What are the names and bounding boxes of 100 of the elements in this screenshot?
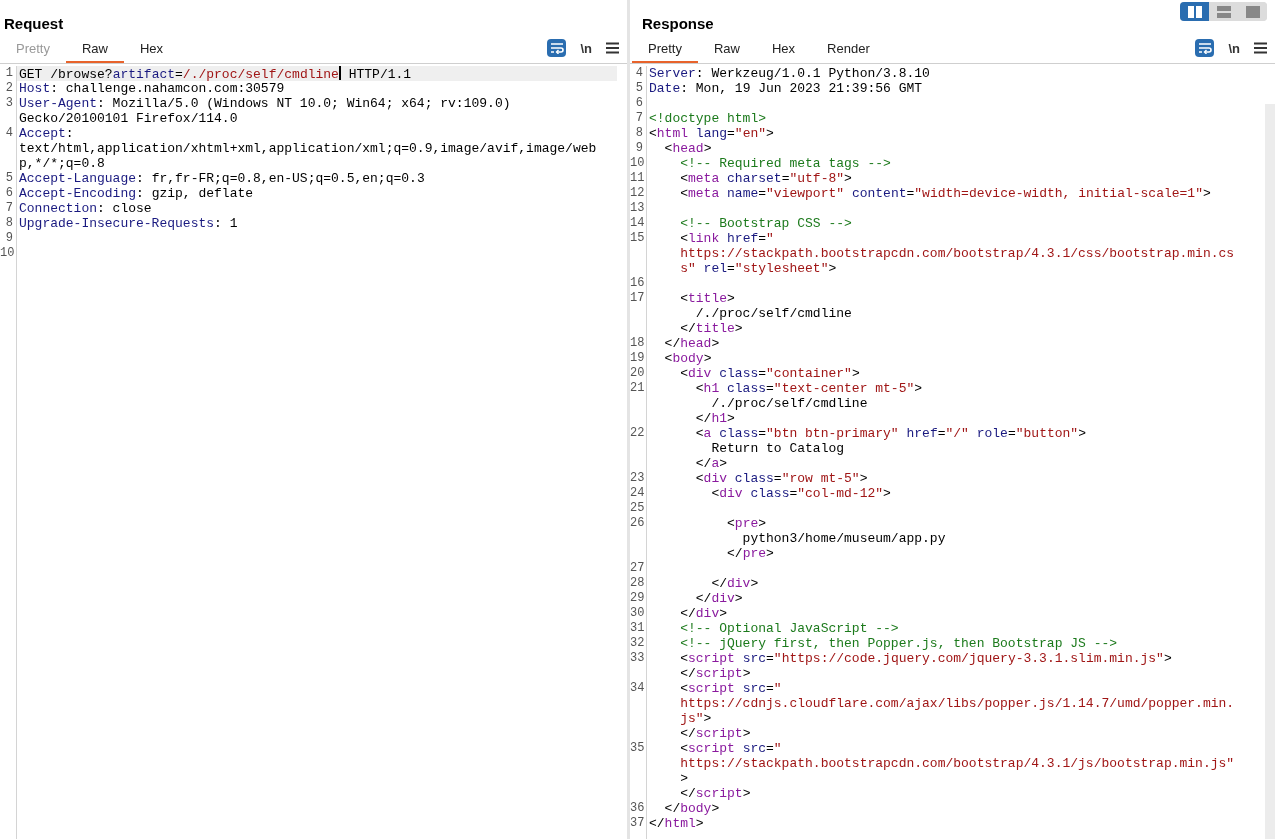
code-line: p,*/*;q=0.8 (19, 156, 106, 171)
line-number: 4 (630, 66, 647, 81)
code-line: </div> (679, 606, 729, 621)
newline-toggle[interactable]: \n (580, 40, 592, 56)
line-number: 27 (630, 561, 647, 576)
line-number: 17 (630, 291, 647, 336)
code-line: Accept-Language: fr,fr-FR;q=0.8,en-US;q=0.5,en;q=0.3 (19, 171, 426, 186)
layout-button[interactable] (1180, 2, 1209, 21)
code-line: <script src="https://code.jquery.com/jquery-3.3.1.slim.min.js"> (679, 651, 1173, 666)
code-line: s" rel="stylesheet"> (679, 261, 838, 276)
tab[interactable]: Pretty (632, 37, 698, 63)
code-line: Return to Catalog (710, 441, 846, 456)
code-line: Server: Werkzeug/1.0.1 Python/3.8.10 (649, 66, 931, 81)
line-number: 12 (630, 186, 647, 201)
line-number: 3 (0, 96, 17, 126)
line-number: 15 (630, 231, 647, 276)
panel-title: Request (4, 15, 64, 32)
code-line: </pre> (726, 546, 775, 561)
code-line: <!-- jQuery first, then Popper.js, then Bootstrap JS --> (679, 636, 1119, 651)
columns-icon (1187, 5, 1202, 18)
line-number: 19 (630, 351, 647, 366)
code-line: </div> (710, 576, 760, 591)
line-number: 8 (0, 216, 17, 231)
code-line: > (679, 771, 689, 786)
line-number: 18 (630, 336, 647, 351)
code-line: <!-- Required meta tags --> (679, 156, 892, 171)
menu-icon[interactable] (1254, 42, 1267, 54)
code-line: Date: Mon, 19 Jun 2023 21:39:56 GMT (649, 81, 924, 96)
line-number: 11 (630, 171, 647, 186)
tab[interactable]: Render (811, 37, 886, 63)
code-line: <a class="btn btn-primary" href="/" role="button"> (694, 426, 1087, 441)
line-number: 25 (630, 501, 647, 516)
code-line: <div class="row mt-5"> (694, 471, 869, 486)
tab[interactable]: Hex (756, 37, 812, 63)
code-line: https://stackpath.bootstrapcdn.com/bootstrap/4.3.1/js/bootstrap.min.js" (679, 756, 1236, 771)
line-number: 10 (630, 156, 647, 171)
code-line: </a> (694, 456, 729, 471)
code-line: <h1 class="text-center mt-5"> (694, 381, 924, 396)
line-number: 28 (630, 576, 647, 591)
line-number: 37 (630, 816, 647, 831)
line-number: 13 (630, 201, 647, 216)
tab[interactable]: Raw (697, 37, 756, 63)
line-number: 6 (0, 186, 17, 201)
code-line: </head> (663, 336, 721, 351)
code-line: User-Agent: Mozilla/5.0 (Windows NT 10.0; Win64; x64; rv:109.0) (19, 96, 512, 111)
code-line: </title> (679, 321, 744, 336)
code-line: <script src=" (679, 741, 783, 756)
line-number: 34 (630, 681, 647, 741)
code-line: <div class="col-md-12"> (710, 486, 892, 501)
code-line: </script> (679, 726, 752, 741)
code-line: https://stackpath.bootstrapcdn.com/bootstrap/4.3.1/css/bootstrap.min.cs (679, 246, 1236, 261)
code-line: <pre> (726, 516, 768, 531)
newline-toggle[interactable]: \n (1228, 40, 1240, 56)
line-number: 30 (630, 606, 647, 621)
code-line: /./proc/self/cmdline (694, 306, 853, 321)
code-line: <meta name="viewport" content="width=device-width, initial-scale=1"> (679, 186, 1212, 201)
code-line: GET /browse?artifact=/./proc/self/cmdline HTTP/1.1 (19, 66, 413, 81)
code-line: Accept-Encoding: gzip, deflate (19, 186, 255, 201)
line-number: 36 (630, 801, 647, 816)
line-number: 14 (630, 216, 647, 231)
code-line: Gecko/20100101 Firefox/114.0 (19, 111, 239, 126)
line-number: 24 (630, 486, 647, 501)
code-line: <!-- Optional JavaScript --> (679, 621, 900, 636)
code-line: https://cdnjs.cloudflare.com/ajax/libs/popper.js/1.14.7/umd/popper.min. (679, 696, 1236, 711)
tab[interactable]: Hex (124, 37, 180, 63)
code-line: Connection: close (19, 201, 153, 216)
code-line: python3/home/museum/app.py (741, 531, 947, 546)
code-line: </html> (649, 816, 705, 831)
line-number: 32 (630, 636, 647, 651)
line-number: 29 (630, 591, 647, 606)
code-line: js"> (679, 711, 713, 726)
line-number: 22 (630, 426, 647, 471)
tab[interactable]: Raw (65, 37, 124, 63)
line-number: 5 (0, 171, 17, 186)
line-number: 35 (630, 741, 647, 801)
code-line: </div> (694, 591, 744, 606)
line-number: 6 (630, 96, 647, 111)
line-number: 7 (630, 111, 647, 126)
code-line: <script src=" (679, 681, 783, 696)
line-number: 9 (630, 141, 647, 156)
code-line: <title> (679, 291, 736, 306)
single-pane-icon (1245, 5, 1260, 18)
menu-icon[interactable] (606, 42, 619, 54)
line-number: 10 (0, 246, 17, 261)
code-line: Host: challenge.nahamcon.com:30579 (19, 81, 286, 96)
code-line: <div class="container"> (679, 366, 861, 381)
word-wrap-button[interactable] (1195, 39, 1215, 57)
code-line: text/html,application/xhtml+xml,application/xml;q=0.9,image/avif,image/web (19, 141, 598, 156)
line-number: 7 (0, 201, 17, 216)
code-line: <link href=" (679, 231, 775, 246)
line-number: 4 (0, 126, 17, 171)
word-wrap-button[interactable] (547, 39, 567, 57)
line-number: 33 (630, 651, 647, 681)
code-line: <head> (663, 141, 713, 156)
code-line: /./proc/self/cmdline (710, 396, 869, 411)
line-number: 5 (630, 81, 647, 96)
panel-title: Response (642, 15, 714, 32)
line-number: 2 (0, 81, 17, 96)
code-line: <html lang="en"> (649, 126, 775, 141)
line-number: 31 (630, 621, 647, 636)
